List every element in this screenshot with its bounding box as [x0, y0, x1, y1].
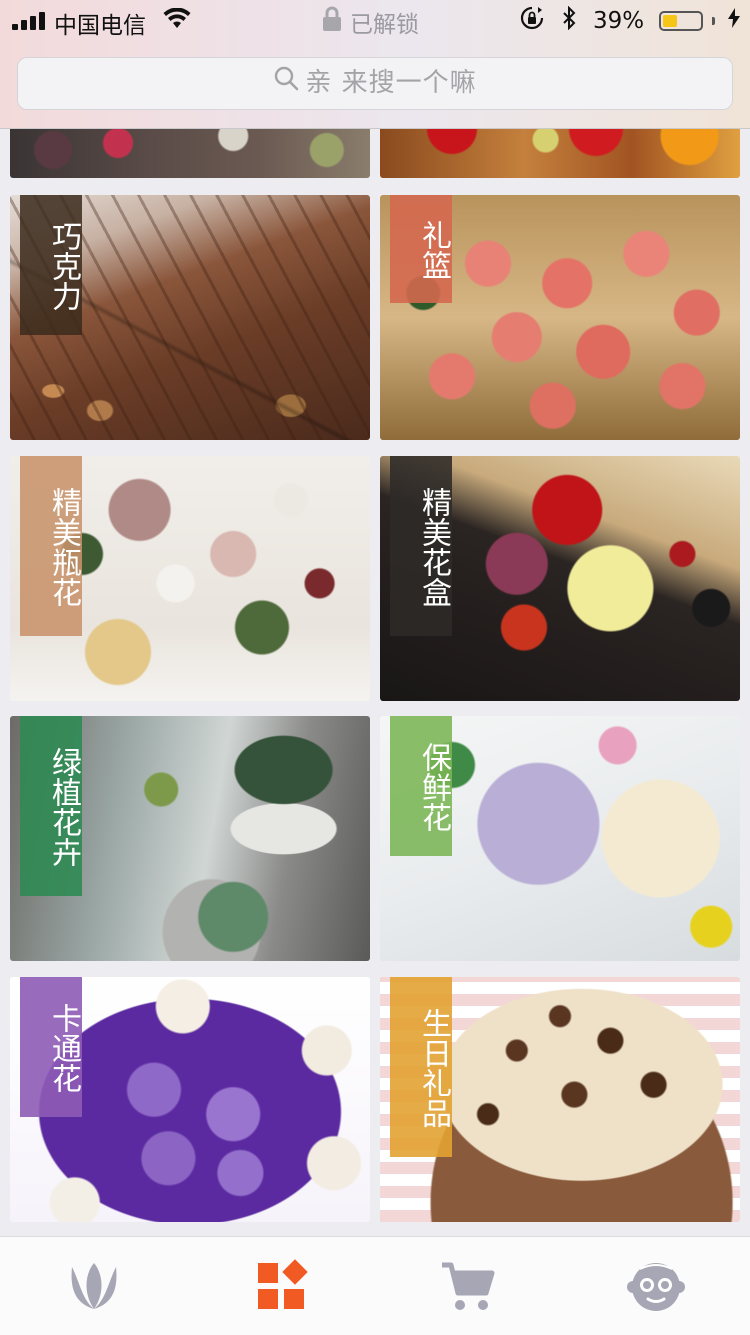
category-label-preserved-flowers: 保鲜花	[390, 716, 452, 856]
rotation-lock-icon	[520, 6, 544, 36]
status-right: 39%	[520, 5, 740, 36]
charging-icon	[728, 8, 740, 34]
cart-icon	[438, 1262, 498, 1319]
category-blocks-icon	[254, 1259, 314, 1319]
status-bar: 中国电信 已解锁 39%	[0, 0, 750, 44]
signal-icon	[12, 12, 48, 30]
monkey-face-icon	[626, 1263, 686, 1319]
tab-categories[interactable]	[254, 1259, 314, 1315]
lock-icon	[322, 6, 342, 38]
tab-home[interactable]	[64, 1259, 124, 1315]
tulip-icon	[64, 1263, 124, 1319]
lock-status-text: 已解锁	[350, 12, 419, 38]
bluetooth-icon	[562, 5, 576, 36]
category-label-birthday-gifts: 生日礼品	[390, 977, 452, 1157]
battery-icon	[659, 11, 704, 31]
category-label-green-plants: 绿植花卉	[20, 716, 82, 896]
search-input[interactable]: 亲 来搜一个嘛	[17, 57, 733, 110]
category-tile-green-plants[interactable]: 绿植花卉	[10, 716, 370, 961]
category-label-cartoon-flowers: 卡通花	[20, 977, 82, 1117]
category-tile-chocolate[interactable]: 巧克力	[10, 195, 370, 440]
category-label-vase-flowers: 精美瓶花	[20, 456, 82, 636]
tab-cart[interactable]	[438, 1259, 498, 1315]
tab-profile[interactable]	[626, 1259, 686, 1315]
category-tile-birthday-gifts[interactable]: 生日礼品	[380, 977, 740, 1222]
category-tile-cartoon-flowers[interactable]: 卡通花	[10, 977, 370, 1222]
category-grid: 巧克力 礼篮 精美瓶花 精美花盒 绿植花卉 保鲜花 卡通花 生日礼品	[0, 0, 750, 1236]
battery-percent: 39%	[592, 8, 645, 34]
battery-tip	[711, 17, 715, 25]
search-icon	[273, 58, 299, 109]
bottom-tab-bar	[0, 1236, 750, 1335]
category-tile-vase-flowers[interactable]: 精美瓶花	[10, 456, 370, 701]
category-label-chocolate: 巧克力	[20, 195, 82, 335]
category-tile-preserved-flowers[interactable]: 保鲜花	[380, 716, 740, 961]
search-placeholder: 亲 来搜一个嘛	[305, 68, 477, 98]
category-label-flower-box: 精美花盒	[390, 456, 452, 636]
category-tile-gift-basket[interactable]: 礼篮	[380, 195, 740, 440]
category-label-gift-basket: 礼篮	[390, 195, 452, 303]
unlock-status: 已解锁	[322, 5, 419, 39]
carrier-name: 中国电信	[54, 13, 146, 39]
wifi-icon	[163, 7, 191, 34]
category-tile-flower-box[interactable]: 精美花盒	[380, 456, 740, 701]
top-header: 中国电信 已解锁 39% 亲 来搜一个嘛	[0, 0, 750, 129]
